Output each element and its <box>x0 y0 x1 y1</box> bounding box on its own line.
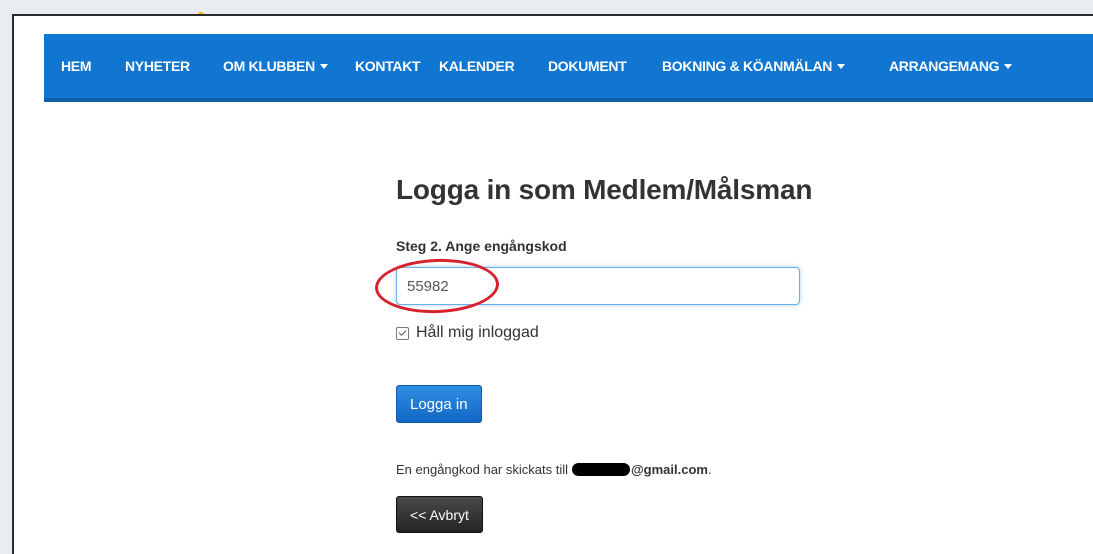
nav-item-arrangemang[interactable]: ARRANGEMANG <box>889 58 1013 74</box>
code-sent-message: En engångkod har skickats till @gmail.co… <box>396 462 712 477</box>
nav-item-bokning[interactable]: BOKNING & KÖANMÄLAN <box>662 58 846 74</box>
nav-item-label: BOKNING & KÖANMÄLAN <box>662 58 833 74</box>
nav-item-label: OM KLUBBEN <box>223 58 315 74</box>
nav-item-label: NYHETER <box>125 58 190 74</box>
page-title: Logga in som Medlem/Målsman <box>396 174 813 205</box>
redacted-email-user <box>571 463 630 476</box>
nav-item-hem[interactable]: HEM <box>61 58 92 74</box>
nav-item-label: KONTAKT <box>355 58 421 74</box>
nav-item-label: ARRANGEMANG <box>889 58 1000 74</box>
main-navbar: HEM NYHETER OM KLUBBEN KONTAKT KALENDER … <box>44 34 1093 102</box>
sent-message-suffix: . <box>707 462 712 477</box>
nav-item-nyheter[interactable]: NYHETER <box>125 58 190 74</box>
caret-down-icon <box>319 63 328 69</box>
cancel-button[interactable]: << Avbryt <box>396 496 483 533</box>
nav-item-label: HEM <box>61 58 92 74</box>
step-label: Steg 2. Ange engångskod <box>396 238 567 254</box>
nav-item-kontakt[interactable]: KONTAKT <box>355 58 421 74</box>
email-domain: @gmail.com <box>630 462 708 477</box>
remember-me-checkbox[interactable] <box>396 326 409 340</box>
caret-down-icon <box>837 63 846 69</box>
login-button[interactable]: Logga in <box>396 385 482 423</box>
login-form: Logga in som Medlem/Målsman Steg 2. Ange… <box>374 174 816 533</box>
caret-down-icon <box>1004 63 1013 69</box>
nav-item-dokument[interactable]: DOKUMENT <box>548 58 627 74</box>
nav-item-kalender[interactable]: KALENDER <box>439 58 515 74</box>
remember-me-label: Håll mig inloggad <box>416 324 539 341</box>
sent-message-text: En engångkod har skickats till <box>396 462 568 477</box>
one-time-code-input[interactable] <box>396 267 800 305</box>
web-page: HEM NYHETER OM KLUBBEN KONTAKT KALENDER … <box>44 34 1093 554</box>
remember-me[interactable]: Håll mig inloggad <box>396 324 539 342</box>
nav-item-om-klubben[interactable]: OM KLUBBEN <box>223 58 328 74</box>
browser-viewport: HEM NYHETER OM KLUBBEN KONTAKT KALENDER … <box>12 14 1093 554</box>
nav-item-label: KALENDER <box>439 58 515 74</box>
nav-item-label: DOKUMENT <box>548 58 627 74</box>
